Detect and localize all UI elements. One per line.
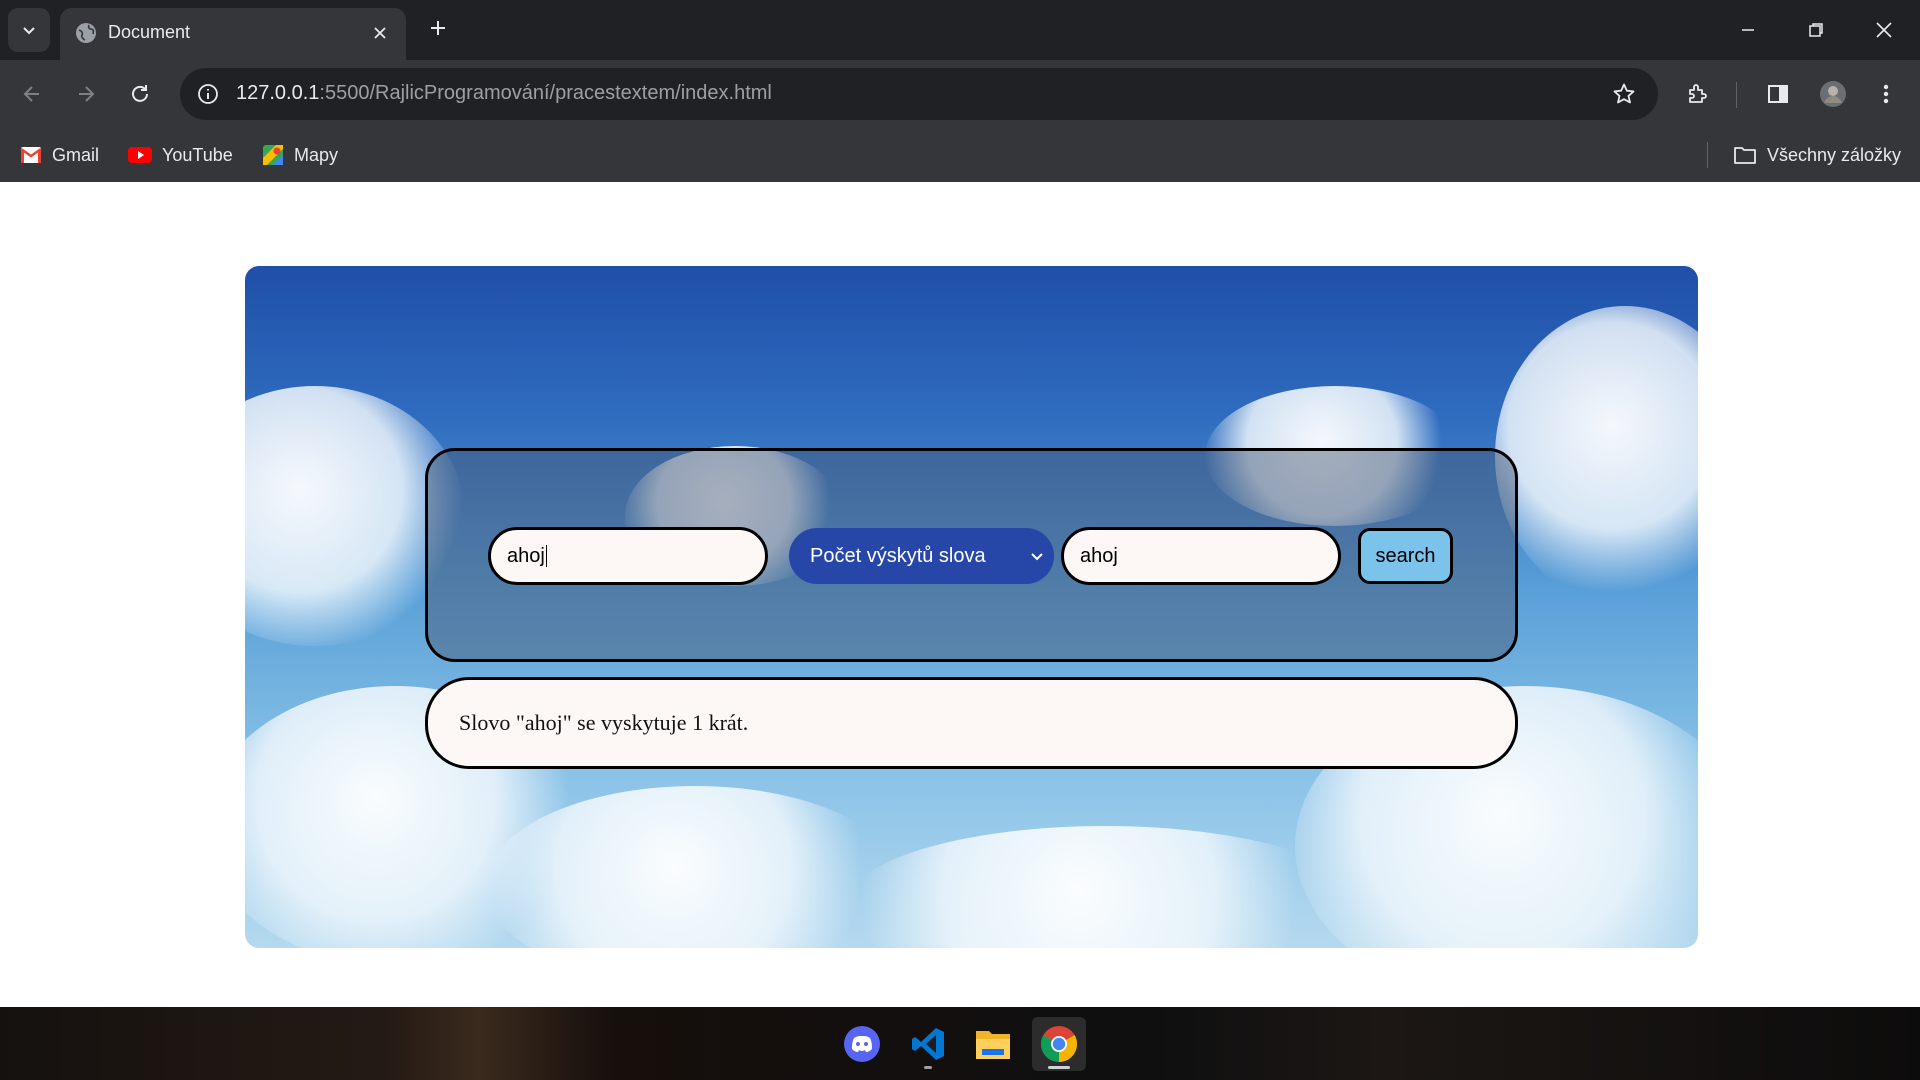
bookmark-gmail[interactable]: Gmail <box>20 140 99 170</box>
globe-icon <box>76 23 96 43</box>
taskbar-app-vscode[interactable] <box>901 1017 955 1071</box>
chevron-down-icon <box>23 27 35 35</box>
mode-select-value: Počet výskytů slova <box>810 544 986 567</box>
search-panel: ahoj Počet výskytů slova ahoj search <box>425 448 1518 662</box>
discord-icon <box>844 1026 880 1062</box>
bookmark-star-button[interactable] <box>1610 80 1638 108</box>
url-text: 127.0.0.1:5500/RajlicProgramování/praces… <box>236 82 772 105</box>
cloud-decoration <box>845 826 1365 948</box>
chevron-down-icon <box>1026 545 1048 567</box>
side-panel-button[interactable] <box>1760 76 1796 112</box>
bookmark-youtube[interactable]: YouTube <box>128 140 233 170</box>
tab-search-button[interactable] <box>8 8 50 52</box>
folder-icon <box>1734 147 1756 164</box>
taskbar-app-file-explorer[interactable] <box>966 1017 1020 1071</box>
gmail-icon <box>20 147 42 163</box>
page-viewport: ahoj Počet výskytů slova ahoj search Slo… <box>0 182 1920 1007</box>
plus-icon <box>431 21 445 35</box>
restore-button[interactable] <box>1796 12 1836 48</box>
avatar-icon <box>1820 81 1846 107</box>
bookmark-label: YouTube <box>162 144 233 165</box>
text-input-value: ahoj <box>507 544 545 567</box>
arrow-left-icon <box>23 86 39 102</box>
all-bookmarks-label: Všechny záložky <box>1767 144 1902 165</box>
vscode-icon <box>912 1028 944 1060</box>
tab-close-button[interactable] <box>368 21 392 45</box>
back-button[interactable] <box>14 76 50 112</box>
toolbar-separator <box>1736 82 1737 108</box>
all-bookmarks-button[interactable]: Všechny záložky <box>1733 140 1901 170</box>
taskbar <box>0 1007 1920 1080</box>
text-input[interactable]: ahoj <box>488 527 768 585</box>
search-word-value: ahoj <box>1080 544 1118 567</box>
maps-icon <box>263 145 283 165</box>
url-host: 127.0.0.1 <box>236 82 320 104</box>
close-icon <box>374 27 386 39</box>
url-path: :5500/RajlicProgramování/pracestextem/in… <box>319 82 772 104</box>
taskbar-app-discord[interactable] <box>835 1017 889 1071</box>
tab-title: Document <box>108 22 191 42</box>
result-text: Slovo "ahoj" se vyskytuje 1 krát. <box>459 710 749 735</box>
new-tab-button[interactable] <box>424 14 452 42</box>
cloud-decoration <box>1495 306 1698 606</box>
taskbar-app-chrome[interactable] <box>1032 1017 1086 1071</box>
browser-toolbar: 127.0.0.1:5500/RajlicProgramování/praces… <box>0 60 1920 128</box>
info-icon <box>198 84 218 104</box>
sky-background-container: ahoj Počet výskytů slova ahoj search Slo… <box>245 266 1698 948</box>
chrome-icon <box>1040 1026 1078 1062</box>
bookmark-label: Mapy <box>294 144 339 165</box>
search-button[interactable]: search <box>1358 528 1453 584</box>
arrow-right-icon <box>79 86 95 102</box>
bookmarks-separator <box>1707 142 1708 168</box>
restore-icon <box>1809 23 1823 37</box>
profile-button[interactable] <box>1815 76 1851 112</box>
text-caret <box>545 545 547 567</box>
site-info-button[interactable] <box>192 78 224 110</box>
close-window-button[interactable] <box>1864 12 1904 48</box>
reload-button[interactable] <box>122 76 158 112</box>
forward-button[interactable] <box>68 76 104 112</box>
bookmark-label: Gmail <box>52 144 100 165</box>
minimize-icon <box>1742 29 1754 31</box>
file-explorer-icon <box>976 1031 1010 1059</box>
more-vert-icon <box>1883 84 1889 104</box>
star-icon <box>1613 83 1635 104</box>
extensions-button[interactable] <box>1680 76 1716 112</box>
youtube-icon <box>128 147 152 163</box>
address-bar[interactable]: 127.0.0.1:5500/RajlicProgramování/praces… <box>180 68 1658 120</box>
close-icon <box>1876 22 1892 38</box>
tab-strip: Document <box>0 0 1920 60</box>
menu-button[interactable] <box>1868 76 1904 112</box>
bookmark-mapy[interactable]: Mapy <box>262 140 338 170</box>
browser-tab[interactable]: Document <box>60 8 406 60</box>
minimize-button[interactable] <box>1728 12 1768 48</box>
puzzle-icon <box>1689 84 1707 103</box>
search-word-input[interactable]: ahoj <box>1061 527 1341 585</box>
side-panel-icon <box>1768 85 1788 103</box>
mode-select[interactable]: Počet výskytů slova <box>789 528 1054 584</box>
reload-icon <box>132 85 148 102</box>
result-box: Slovo "ahoj" se vyskytuje 1 krát. <box>425 677 1518 769</box>
running-indicator <box>924 1066 932 1069</box>
bookmarks-bar: Gmail YouTube Mapy Všechny záložky <box>0 128 1920 182</box>
active-indicator <box>1048 1066 1070 1069</box>
